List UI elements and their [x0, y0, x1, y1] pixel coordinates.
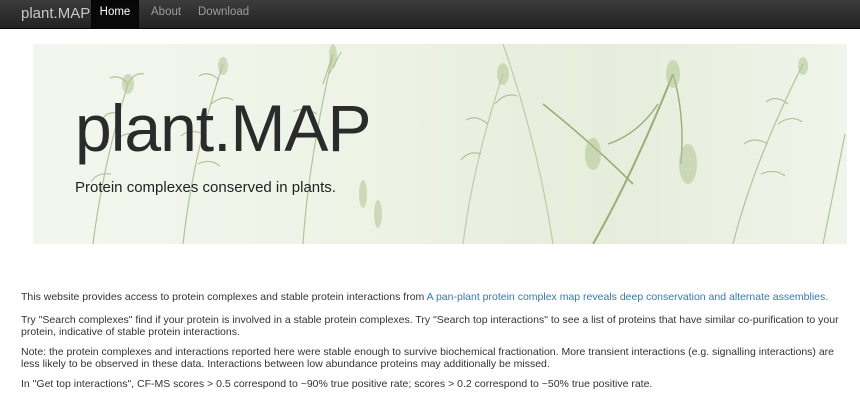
brand-link[interactable]: plant.MAP	[21, 0, 90, 29]
hero-title: plant.MAP	[75, 91, 371, 165]
intro-text: This website provides access to protein …	[21, 291, 427, 303]
top-navbar: plant.MAP Home About Download	[0, 0, 860, 29]
note-paragraph: Note: the protein complexes and interact…	[21, 346, 835, 370]
hero-banner: plant.MAP Protein complexes conserved in…	[33, 44, 847, 244]
nav-home[interactable]: Home	[91, 0, 139, 29]
nav-about[interactable]: About	[151, 0, 181, 29]
intro-paragraph: This website provides access to protein …	[21, 291, 841, 303]
paper-link[interactable]: A pan-plant protein complex map reveals …	[427, 291, 829, 303]
main-content: This website provides access to protein …	[21, 291, 841, 398]
search-help-paragraph: Try "Search complexes" find if your prot…	[21, 314, 839, 338]
hero-subtitle: Protein complexes conserved in plants.	[75, 179, 336, 196]
nav-download[interactable]: Download	[198, 0, 249, 29]
score-paragraph: In "Get top interactions", CF-MS scores …	[21, 378, 653, 390]
